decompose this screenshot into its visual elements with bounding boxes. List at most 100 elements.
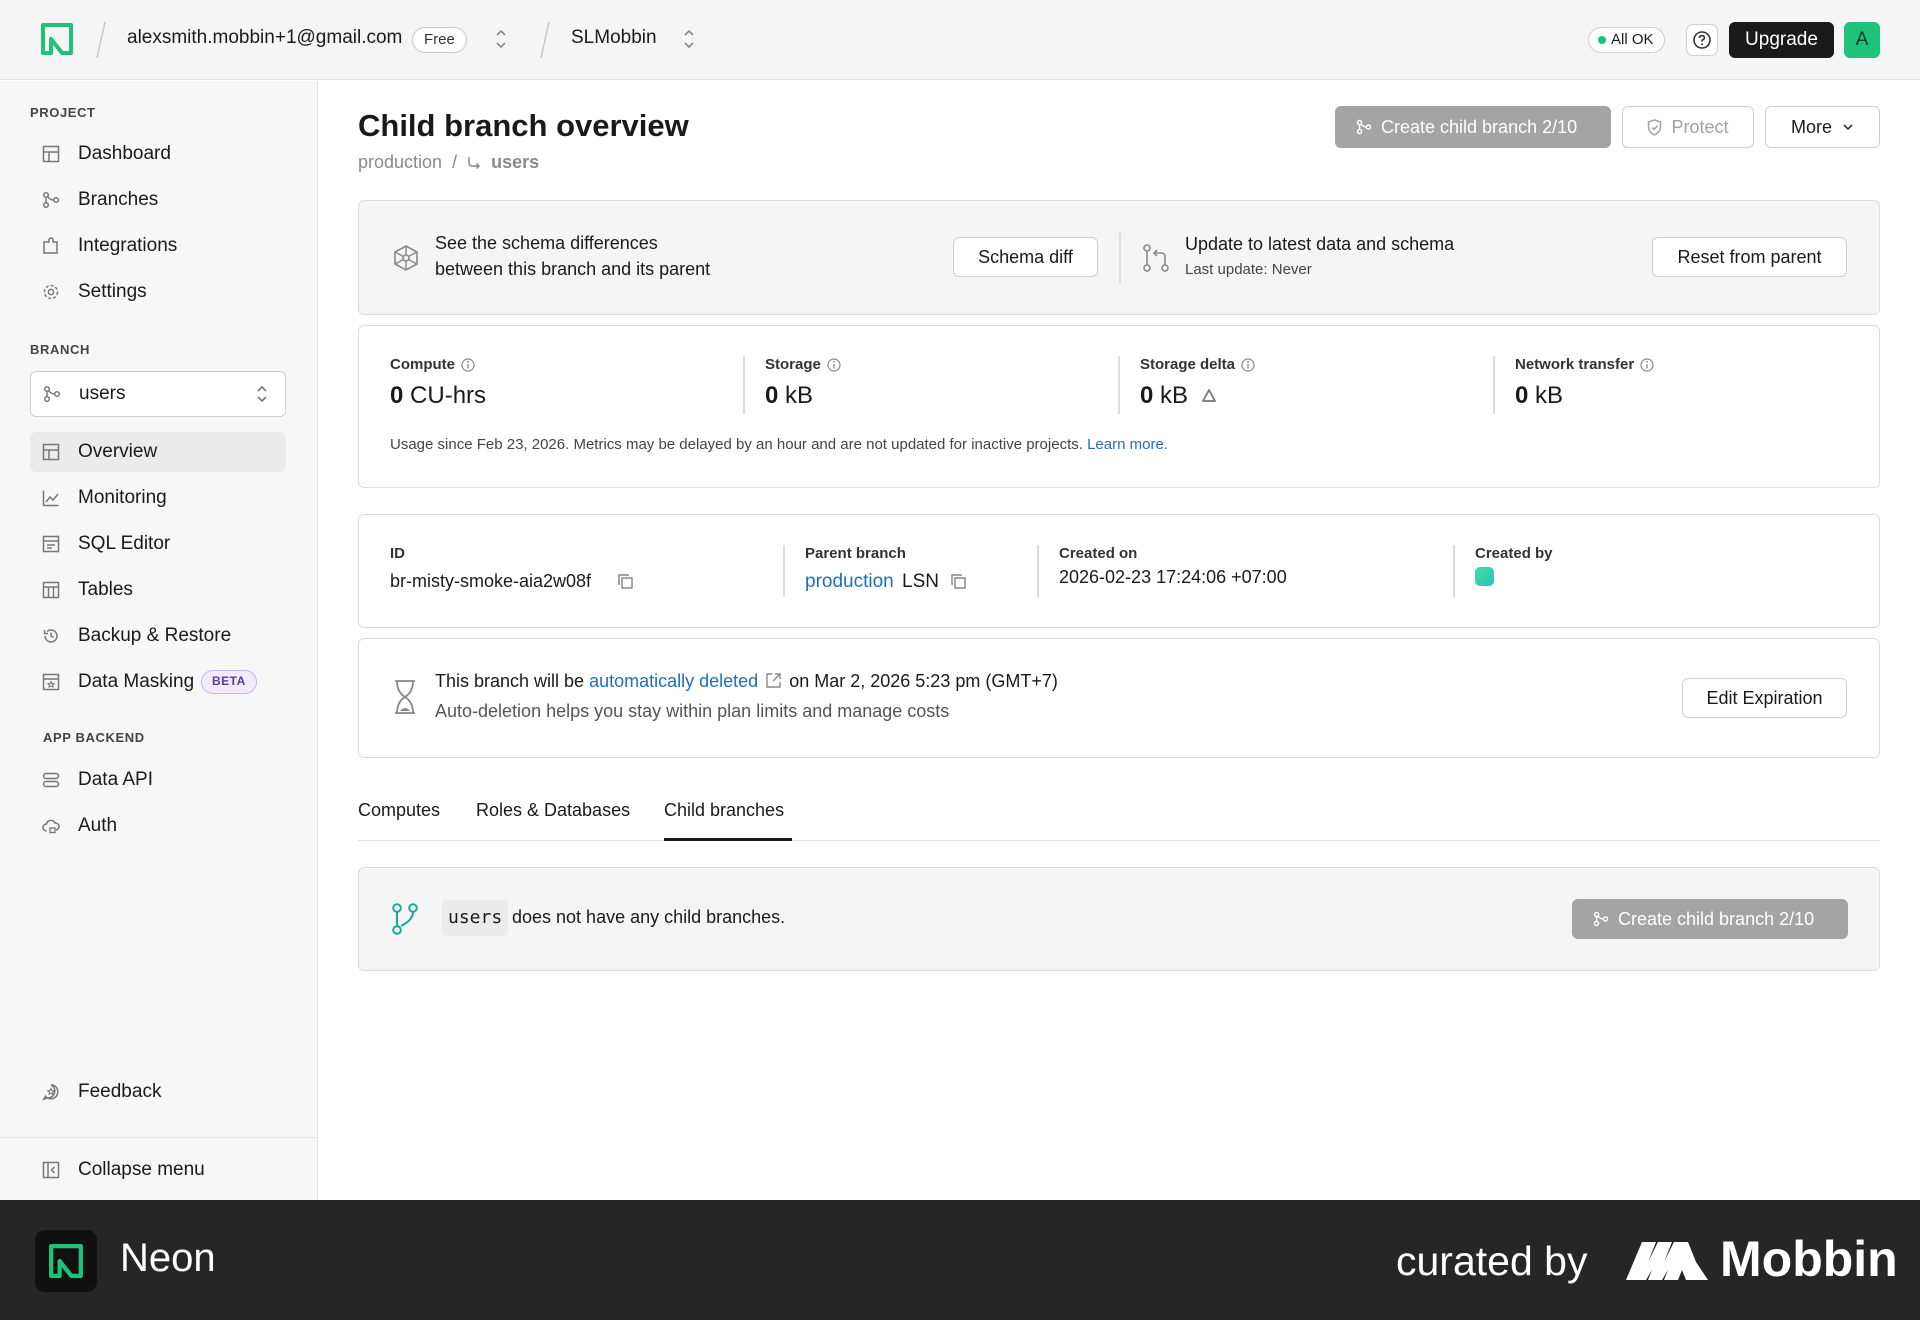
sidebar-item-dashboard[interactable]: Dashboard <box>30 134 286 174</box>
creator-avatar[interactable] <box>1475 567 1494 586</box>
mobbin-logo-icon <box>1626 1242 1708 1280</box>
protect-button[interactable]: Protect <box>1622 106 1754 148</box>
info-icon[interactable] <box>461 357 475 372</box>
merge-arrows-icon <box>1143 244 1169 272</box>
tab-child-branches[interactable]: Child branches <box>664 800 784 821</box>
help-button[interactable] <box>1686 24 1718 56</box>
plan-badge: Free <box>412 27 467 53</box>
divider <box>1119 233 1121 283</box>
branch-selector-value: users <box>79 383 126 404</box>
expiration-card: This branch will be automatically delete… <box>358 638 1880 758</box>
auto-delete-link[interactable]: automatically deleted <box>589 671 758 691</box>
branch-selector[interactable]: users <box>30 371 286 417</box>
upgrade-button[interactable]: Upgrade <box>1729 22 1834 58</box>
schema-text-line1: See the schema differences <box>435 233 658 253</box>
parent-branch-link[interactable]: production <box>805 571 894 593</box>
tab-computes[interactable]: Computes <box>358 800 440 821</box>
feedback-button[interactable]: Feedback <box>30 1072 286 1112</box>
sidebar-item-sql-editor[interactable]: SQL Editor <box>30 524 286 564</box>
sidebar-item-label: Data API <box>78 769 153 790</box>
info-icon[interactable] <box>827 357 841 372</box>
top-bar: alexsmith.mobbin+1@gmail.com Free SLMobb… <box>0 0 1920 80</box>
create-child-branch-button-secondary[interactable]: Create child branch 2/10 <box>1572 899 1848 939</box>
info-icon[interactable] <box>1640 357 1654 372</box>
learn-more-link[interactable]: Learn more. <box>1087 436 1168 453</box>
sidebar-item-label: SQL Editor <box>78 533 171 554</box>
sidebar-item-integrations[interactable]: Integrations <box>30 226 286 266</box>
external-link-icon[interactable] <box>765 672 782 689</box>
puzzle-icon <box>43 237 58 254</box>
divider <box>743 356 745 414</box>
created-by-label: Created by <box>1475 545 1553 562</box>
beta-badge: BETA <box>201 670 257 694</box>
api-icon <box>42 772 60 788</box>
metrics-note: Usage since Feb 23, 2026. Metrics may be… <box>390 436 1168 453</box>
git-branch-icon <box>392 903 418 935</box>
more-button[interactable]: More <box>1765 106 1880 148</box>
collapse-menu-label: Collapse menu <box>78 1159 205 1180</box>
create-child-branch-label: Create child branch 2/10 <box>1618 908 1815 929</box>
sidebar-item-label: Data Masking <box>78 671 195 692</box>
project-switcher-icon[interactable] <box>682 25 696 53</box>
sidebar-item-overview[interactable]: Overview <box>30 432 286 472</box>
divider <box>1037 545 1039 597</box>
branch-icon <box>42 191 60 209</box>
copy-icon[interactable] <box>617 573 634 590</box>
metric-storage-delta-value: 0 kB <box>1140 382 1217 410</box>
separator <box>96 20 106 60</box>
expiration-suffix: on Mar 2, 2026 5:23 pm (GMT+7) <box>789 671 1058 691</box>
metric-number: 0 <box>765 382 779 409</box>
metrics-card: Compute 0 CU-hrs Storage 0 kB Storage de… <box>358 325 1880 488</box>
sidebar-item-data-api[interactable]: Data API <box>30 760 286 800</box>
divider <box>1118 356 1120 414</box>
collapse-menu-button[interactable]: Collapse menu <box>30 1150 286 1190</box>
sidebar-item-auth[interactable]: Auth <box>30 806 286 846</box>
sidebar-item-monitoring[interactable]: Monitoring <box>30 478 286 518</box>
mask-icon <box>42 673 60 691</box>
neon-logo-icon[interactable] <box>40 22 74 56</box>
app-backend-section-title: APP BACKEND <box>43 730 145 745</box>
hourglass-icon <box>395 680 415 714</box>
history-icon <box>43 629 58 643</box>
status-pill[interactable]: All OK <box>1588 27 1665 53</box>
sidebar-item-backup-restore[interactable]: Backup & Restore <box>30 616 286 656</box>
metric-unit: kB <box>1535 382 1564 409</box>
id-value: br-misty-smoke-aia2w08f <box>390 571 592 591</box>
project-name[interactable]: SLMobbin <box>571 27 657 49</box>
copy-icon[interactable] <box>950 573 967 590</box>
sidebar-item-branches[interactable]: Branches <box>30 180 286 220</box>
status-text: All OK <box>1611 31 1654 48</box>
edit-expiration-button[interactable]: Edit Expiration <box>1682 678 1847 718</box>
create-child-branch-button[interactable]: Create child branch 2/10 <box>1335 106 1611 148</box>
last-update-text: Last update: Never <box>1185 261 1312 278</box>
sidebar-item-data-masking[interactable]: Data Masking BETA <box>30 662 286 702</box>
page-title: Child branch overview <box>358 108 689 143</box>
sidebar-item-label: Monitoring <box>78 487 167 508</box>
metric-compute-label: Compute <box>390 356 475 373</box>
sidebar-item-tables[interactable]: Tables <box>30 570 286 610</box>
footer-curated-by: curated by <box>1396 1238 1588 1284</box>
created-on-value: 2026-02-23 17:24:06 +07:00 <box>1059 567 1287 587</box>
schema-diff-button[interactable]: Schema diff <box>953 237 1098 277</box>
metric-unit: CU-hrs <box>410 382 487 409</box>
schema-network-icon <box>394 245 418 271</box>
neon-logo-icon <box>49 1244 83 1278</box>
info-icon[interactable] <box>1241 357 1255 372</box>
feedback-icon <box>42 1084 59 1101</box>
footer-mobbin: Mobbin <box>1720 1231 1898 1287</box>
schema-card: See the schema differences between this … <box>358 200 1880 315</box>
parent-branch-label: Parent branch <box>805 545 906 562</box>
reset-from-parent-button[interactable]: Reset from parent <box>1652 237 1847 277</box>
sidebar-item-settings[interactable]: Settings <box>30 272 286 312</box>
tab-roles-databases[interactable]: Roles & Databases <box>476 800 630 821</box>
account-email[interactable]: alexsmith.mobbin+1@gmail.com <box>127 27 402 49</box>
schema-text-line2: between this branch and its parent <box>435 259 711 279</box>
delta-icon <box>1201 389 1216 402</box>
breadcrumb-parent[interactable]: production <box>358 152 442 173</box>
active-tab-indicator <box>664 838 792 841</box>
branch-code-chip: users <box>442 900 509 936</box>
avatar[interactable]: A <box>1844 22 1880 58</box>
table-icon <box>42 581 60 599</box>
account-switcher-icon[interactable] <box>494 25 508 53</box>
branch-arrow-icon <box>468 156 481 169</box>
